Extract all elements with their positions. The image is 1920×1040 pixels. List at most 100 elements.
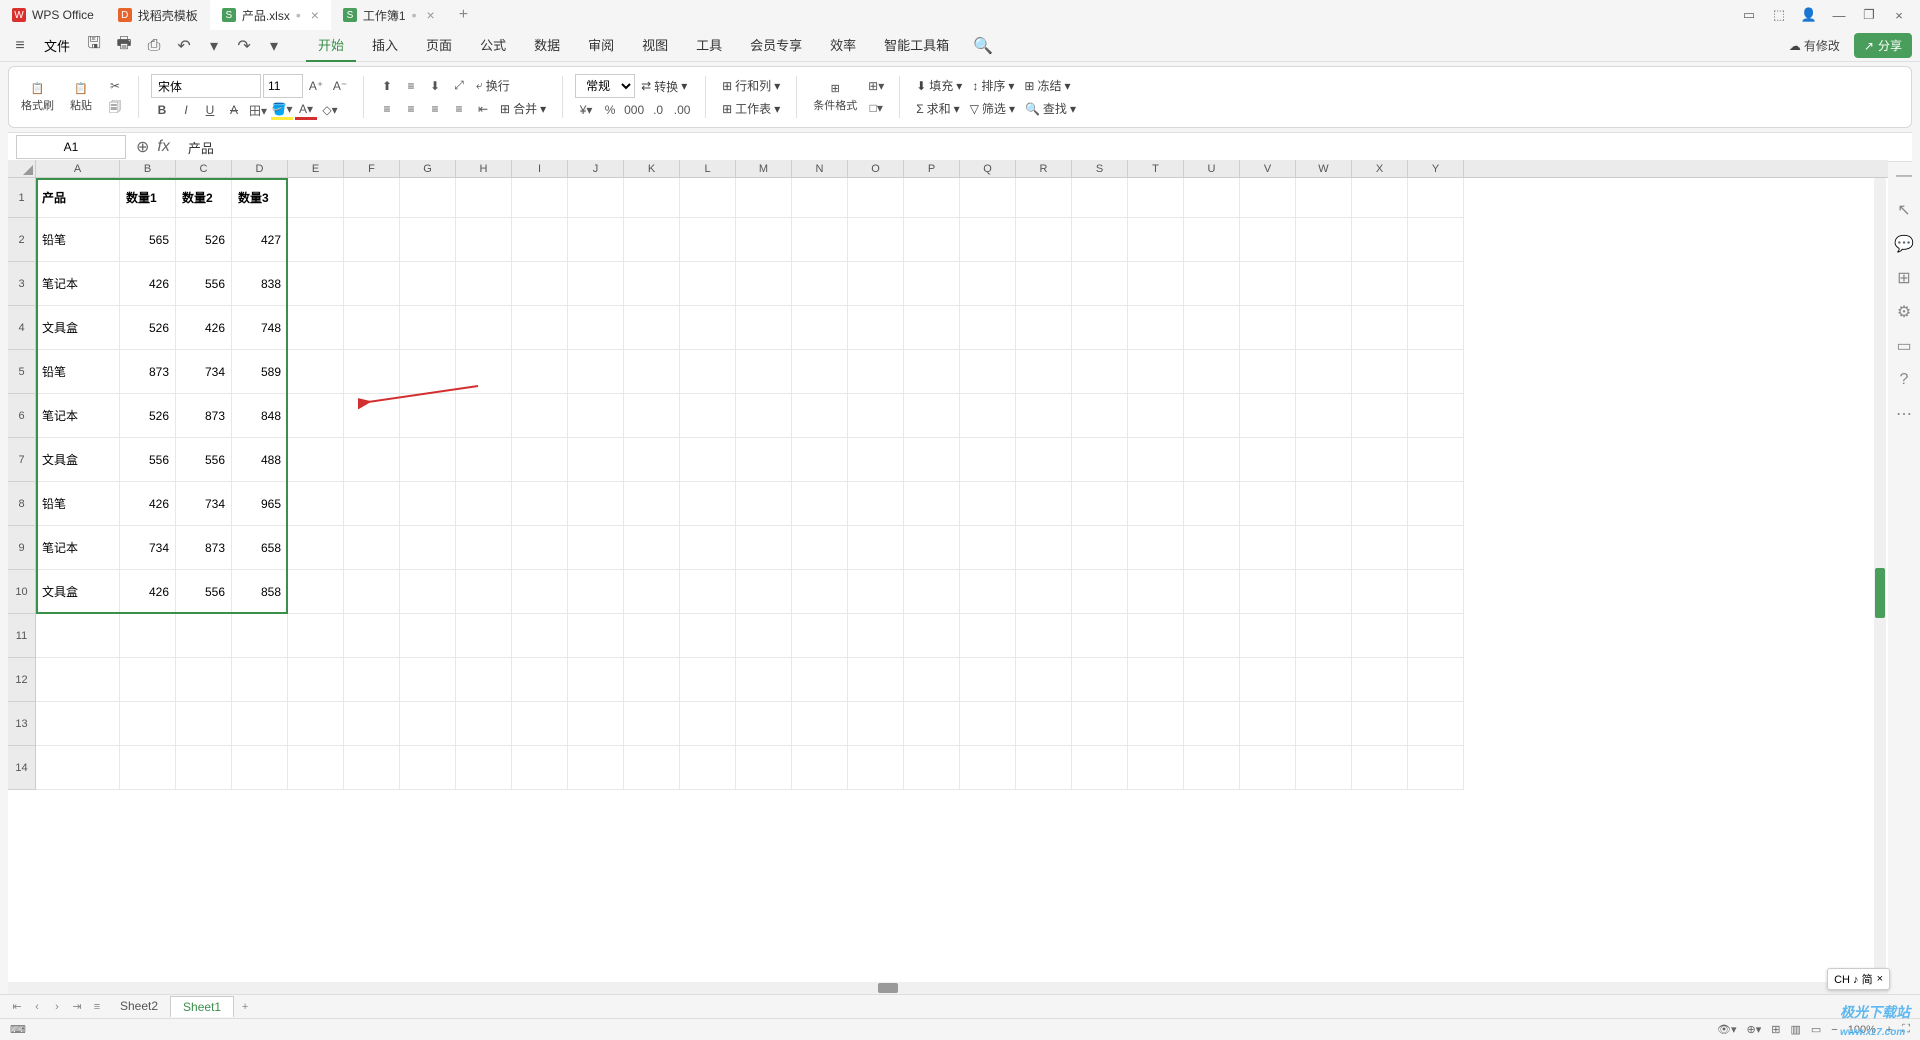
- align-center-icon[interactable]: ≡: [400, 99, 422, 119]
- cell-E4[interactable]: [288, 306, 344, 350]
- cell-J12[interactable]: [568, 658, 624, 702]
- cell-E2[interactable]: [288, 218, 344, 262]
- border-button[interactable]: 田▾: [247, 100, 269, 120]
- find-button[interactable]: 🔍查找▾: [1021, 98, 1080, 119]
- cell-K9[interactable]: [624, 526, 680, 570]
- cell-Y10[interactable]: [1408, 570, 1464, 614]
- paste-button[interactable]: 📋 粘贴: [66, 80, 96, 115]
- clear-format-button[interactable]: ◇▾: [319, 100, 341, 120]
- cell-V13[interactable]: [1240, 702, 1296, 746]
- cell-Q3[interactable]: [960, 262, 1016, 306]
- row-header-6[interactable]: 6: [8, 394, 35, 438]
- cell-H3[interactable]: [456, 262, 512, 306]
- cell-V3[interactable]: [1240, 262, 1296, 306]
- menu-tab-开始[interactable]: 开始: [306, 29, 356, 62]
- tab-workbook1[interactable]: S 工作簿1 • ×: [331, 0, 447, 30]
- cell-V14[interactable]: [1240, 746, 1296, 790]
- cell-U9[interactable]: [1184, 526, 1240, 570]
- cell-O13[interactable]: [848, 702, 904, 746]
- cell-H1[interactable]: [456, 178, 512, 218]
- cell-E3[interactable]: [288, 262, 344, 306]
- convert-button[interactable]: ⇄转换▾: [637, 76, 691, 97]
- save-icon[interactable]: 🖫: [82, 34, 106, 58]
- col-header-J[interactable]: J: [568, 160, 624, 177]
- vertical-scrollbar[interactable]: [1874, 178, 1886, 982]
- cell-U5[interactable]: [1184, 350, 1240, 394]
- cell-W11[interactable]: [1296, 614, 1352, 658]
- cell-P6[interactable]: [904, 394, 960, 438]
- increase-decimal-icon[interactable]: .00: [671, 100, 693, 120]
- cell-G4[interactable]: [400, 306, 456, 350]
- cell-R14[interactable]: [1016, 746, 1072, 790]
- row-header-11[interactable]: 11: [8, 614, 35, 658]
- cell-S9[interactable]: [1072, 526, 1128, 570]
- cell-B11[interactable]: [120, 614, 176, 658]
- col-header-W[interactable]: W: [1296, 160, 1352, 177]
- cell-F3[interactable]: [344, 262, 400, 306]
- cell-R3[interactable]: [1016, 262, 1072, 306]
- cell-Y9[interactable]: [1408, 526, 1464, 570]
- cell-D14[interactable]: [232, 746, 288, 790]
- cell-P12[interactable]: [904, 658, 960, 702]
- layout-icon[interactable]: ▭: [1736, 2, 1762, 28]
- conditional-format-button[interactable]: ⊞条件格式: [809, 80, 861, 115]
- keyboard-icon[interactable]: ⌨: [10, 1023, 26, 1036]
- cell-I13[interactable]: [512, 702, 568, 746]
- focus-icon[interactable]: ⊕▾: [1747, 1023, 1762, 1036]
- cell-H4[interactable]: [456, 306, 512, 350]
- cell-Y6[interactable]: [1408, 394, 1464, 438]
- cell-O1[interactable]: [848, 178, 904, 218]
- app-icon[interactable]: ⊞: [1894, 268, 1914, 288]
- cell-W8[interactable]: [1296, 482, 1352, 526]
- cell-G5[interactable]: [400, 350, 456, 394]
- cell-P4[interactable]: [904, 306, 960, 350]
- cell-U7[interactable]: [1184, 438, 1240, 482]
- menu-tab-智能工具箱[interactable]: 智能工具箱: [872, 29, 961, 62]
- font-size-select[interactable]: [263, 74, 303, 98]
- cell-F9[interactable]: [344, 526, 400, 570]
- new-tab-button[interactable]: +: [447, 0, 480, 30]
- cell-G3[interactable]: [400, 262, 456, 306]
- indent-decrease-icon[interactable]: ⇤: [472, 99, 494, 119]
- col-header-T[interactable]: T: [1128, 160, 1184, 177]
- cell-F7[interactable]: [344, 438, 400, 482]
- cell-E9[interactable]: [288, 526, 344, 570]
- col-header-D[interactable]: D: [232, 160, 288, 177]
- row-header-3[interactable]: 3: [8, 262, 35, 306]
- strikethrough-button[interactable]: A: [223, 100, 245, 120]
- cell-P11[interactable]: [904, 614, 960, 658]
- row-header-9[interactable]: 9: [8, 526, 35, 570]
- horizontal-scrollbar[interactable]: [8, 982, 1888, 994]
- cell-L3[interactable]: [680, 262, 736, 306]
- cell-I12[interactable]: [512, 658, 568, 702]
- view-normal-icon[interactable]: ⊞: [1771, 1023, 1780, 1036]
- cell-U12[interactable]: [1184, 658, 1240, 702]
- cell-C7[interactable]: 556: [176, 438, 232, 482]
- view-layout-icon[interactable]: ▭: [1811, 1023, 1821, 1036]
- cell-A7[interactable]: 文具盒: [36, 438, 120, 482]
- cell-G13[interactable]: [400, 702, 456, 746]
- close-window-button[interactable]: ×: [1886, 2, 1912, 28]
- cell-D13[interactable]: [232, 702, 288, 746]
- cell-D11[interactable]: [232, 614, 288, 658]
- cell-I8[interactable]: [512, 482, 568, 526]
- cell-A6[interactable]: 笔记本: [36, 394, 120, 438]
- cell-D4[interactable]: 748: [232, 306, 288, 350]
- cell-T1[interactable]: [1128, 178, 1184, 218]
- col-header-B[interactable]: B: [120, 160, 176, 177]
- tab-templates[interactable]: D 找稻壳模板: [106, 0, 210, 30]
- cell-C5[interactable]: 734: [176, 350, 232, 394]
- cell-R5[interactable]: [1016, 350, 1072, 394]
- cell-J14[interactable]: [568, 746, 624, 790]
- settings-icon[interactable]: ⚙: [1894, 302, 1914, 322]
- cell-C2[interactable]: 526: [176, 218, 232, 262]
- cell-B7[interactable]: 556: [120, 438, 176, 482]
- cell-T6[interactable]: [1128, 394, 1184, 438]
- cell-Q11[interactable]: [960, 614, 1016, 658]
- cell-W13[interactable]: [1296, 702, 1352, 746]
- cell-U14[interactable]: [1184, 746, 1240, 790]
- cell-H13[interactable]: [456, 702, 512, 746]
- cell-A4[interactable]: 文具盒: [36, 306, 120, 350]
- menu-tab-工具[interactable]: 工具: [684, 29, 734, 62]
- cell-N1[interactable]: [792, 178, 848, 218]
